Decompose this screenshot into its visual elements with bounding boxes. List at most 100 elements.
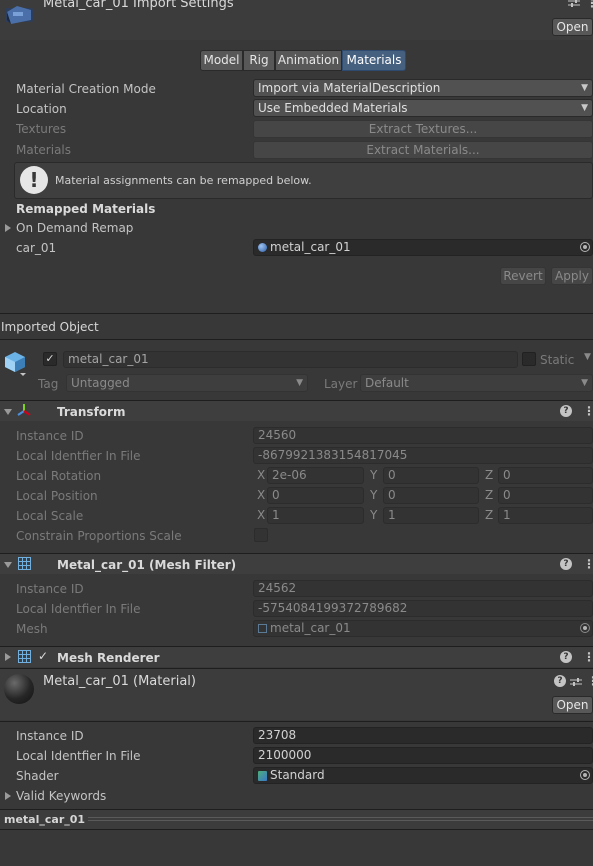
- tab-model[interactable]: Model: [200, 50, 243, 71]
- static-checkbox[interactable]: [522, 352, 536, 366]
- chevron-down-icon: ▼: [296, 378, 303, 388]
- tab-animation[interactable]: Animation: [275, 50, 342, 71]
- mesh-filter-foldout-icon[interactable]: [4, 562, 12, 568]
- divider: [0, 313, 593, 314]
- divider: [0, 339, 593, 340]
- mesh-label: Mesh: [16, 622, 48, 636]
- more-options-icon[interactable]: ⋮: [583, 558, 593, 570]
- transform-local-id-label: Local Identfier In File: [16, 449, 141, 463]
- local-rotation-label: Local Rotation: [16, 469, 102, 483]
- transform-axes-icon: [17, 403, 31, 417]
- header-more-icon[interactable]: ⋮: [586, 0, 593, 9]
- location-dropdown[interactable]: Use Embedded Materials ▼: [253, 99, 593, 117]
- location-label: Location: [16, 102, 67, 116]
- scale-y-field: 1: [383, 507, 479, 524]
- preview-footer-label: metal_car_01: [4, 813, 86, 826]
- more-options-icon[interactable]: ⋮: [583, 405, 593, 417]
- axis-z-label: Z: [485, 488, 494, 502]
- chevron-down-icon[interactable]: ▼: [584, 352, 591, 362]
- mesh-renderer-enabled-check-icon[interactable]: ✓: [38, 649, 48, 663]
- transform-instance-id-field: 24560: [253, 427, 593, 444]
- chevron-down-icon: ▼: [581, 378, 588, 388]
- transform-title: Transform: [57, 405, 126, 419]
- constrain-proportions-checkbox[interactable]: [254, 528, 268, 542]
- more-options-icon[interactable]: ⋮: [587, 675, 593, 687]
- on-demand-remap-label[interactable]: On Demand Remap: [16, 220, 133, 236]
- object-picker-icon[interactable]: [580, 770, 590, 780]
- axis-x-label: X: [257, 508, 266, 522]
- extract-textures-button[interactable]: Extract Textures...: [253, 120, 593, 138]
- mesh-filter-instance-id-field: 24562: [253, 580, 593, 597]
- layer-dropdown[interactable]: Default ▼: [360, 374, 593, 392]
- shader-icon: [258, 771, 267, 781]
- material-preview-sphere-icon: [4, 674, 34, 704]
- import-settings-title: Metal_car_01 Import Settings: [43, 0, 234, 11]
- material-creation-mode-value: Import via MaterialDescription: [258, 81, 441, 95]
- mesh-filter-local-id-field: -5754084199372789682: [253, 600, 593, 617]
- mesh-field: metal_car_01: [253, 620, 593, 637]
- settings-sliders-icon[interactable]: [570, 676, 582, 686]
- tag-dropdown[interactable]: Untagged ▼: [66, 374, 308, 392]
- object-picker-icon[interactable]: [580, 242, 590, 252]
- shader-label: Shader: [16, 769, 59, 783]
- preview-drag-handle[interactable]: [88, 817, 593, 821]
- static-label: Static: [540, 353, 575, 367]
- gameobject-cube-icon: [4, 350, 28, 376]
- axis-z-label: Z: [485, 468, 494, 482]
- layer-value: Default: [365, 376, 409, 390]
- mesh-renderer-icon: [18, 650, 31, 663]
- valid-keywords-label[interactable]: Valid Keywords: [16, 788, 106, 804]
- more-options-icon[interactable]: ⋮: [583, 651, 593, 663]
- material-local-id-field[interactable]: 2100000: [253, 747, 593, 764]
- valid-keywords-foldout-icon[interactable]: [5, 792, 11, 800]
- apply-button[interactable]: Apply: [551, 267, 593, 285]
- on-demand-remap-foldout-icon[interactable]: [5, 224, 11, 232]
- material-instance-id-label: Instance ID: [16, 729, 84, 743]
- material-instance-id-field[interactable]: 23708: [253, 727, 593, 744]
- material-creation-mode-dropdown[interactable]: Import via MaterialDescription ▼: [253, 79, 593, 97]
- material-open-button[interactable]: Open: [552, 696, 593, 714]
- settings-sliders-icon[interactable]: [568, 0, 580, 7]
- help-icon[interactable]: ?: [560, 558, 572, 570]
- tab-materials[interactable]: Materials: [342, 50, 406, 71]
- shader-value: Standard: [270, 768, 325, 782]
- object-picker-icon[interactable]: [580, 623, 590, 633]
- header-open-button[interactable]: Open: [552, 18, 593, 36]
- material-local-id-label: Local Identfier In File: [16, 749, 141, 763]
- car-01-material-value: metal_car_01: [270, 240, 351, 254]
- mesh-renderer-title: Mesh Renderer: [57, 651, 160, 665]
- help-icon[interactable]: ?: [560, 405, 572, 417]
- layer-label: Layer: [324, 377, 358, 391]
- position-z-field: 0: [498, 487, 593, 504]
- mesh-renderer-foldout-icon[interactable]: [5, 653, 11, 661]
- model-asset-icon: [3, 2, 35, 28]
- tag-value: Untagged: [71, 376, 130, 390]
- help-icon[interactable]: ?: [560, 651, 572, 663]
- scale-z-field: 1: [498, 507, 593, 524]
- mesh-grid-icon: [18, 557, 31, 570]
- tag-label: Tag: [38, 377, 59, 391]
- material-creation-mode-label: Material Creation Mode: [16, 82, 156, 96]
- scale-x-field: 1: [267, 507, 364, 524]
- extract-materials-button[interactable]: Extract Materials...: [253, 141, 593, 159]
- rotation-y-field: 0: [383, 467, 479, 484]
- revert-button[interactable]: Revert: [500, 267, 546, 285]
- gameobject-active-checkbox[interactable]: ✓: [43, 352, 57, 366]
- help-icon[interactable]: ?: [554, 675, 566, 687]
- rotation-z-field: 0: [498, 467, 593, 484]
- local-scale-label: Local Scale: [16, 509, 84, 523]
- info-text: Material assignments can be remapped bel…: [55, 174, 312, 187]
- axis-y-label: Y: [370, 488, 378, 502]
- gameobject-name-field[interactable]: metal_car_01: [63, 351, 518, 368]
- materials-label: Materials: [16, 143, 72, 157]
- remapped-materials-heading: Remapped Materials: [16, 202, 156, 216]
- shader-field[interactable]: Standard: [253, 767, 593, 784]
- transform-foldout-icon[interactable]: [4, 409, 12, 415]
- position-x-field: 0: [267, 487, 364, 504]
- car-01-material-field[interactable]: metal_car_01: [253, 239, 593, 256]
- divider: [0, 721, 593, 722]
- tab-rig[interactable]: Rig: [243, 50, 275, 71]
- mesh-filter-instance-id-label: Instance ID: [16, 582, 84, 596]
- info-icon: !: [20, 166, 48, 194]
- chevron-down-icon: ▼: [581, 103, 588, 113]
